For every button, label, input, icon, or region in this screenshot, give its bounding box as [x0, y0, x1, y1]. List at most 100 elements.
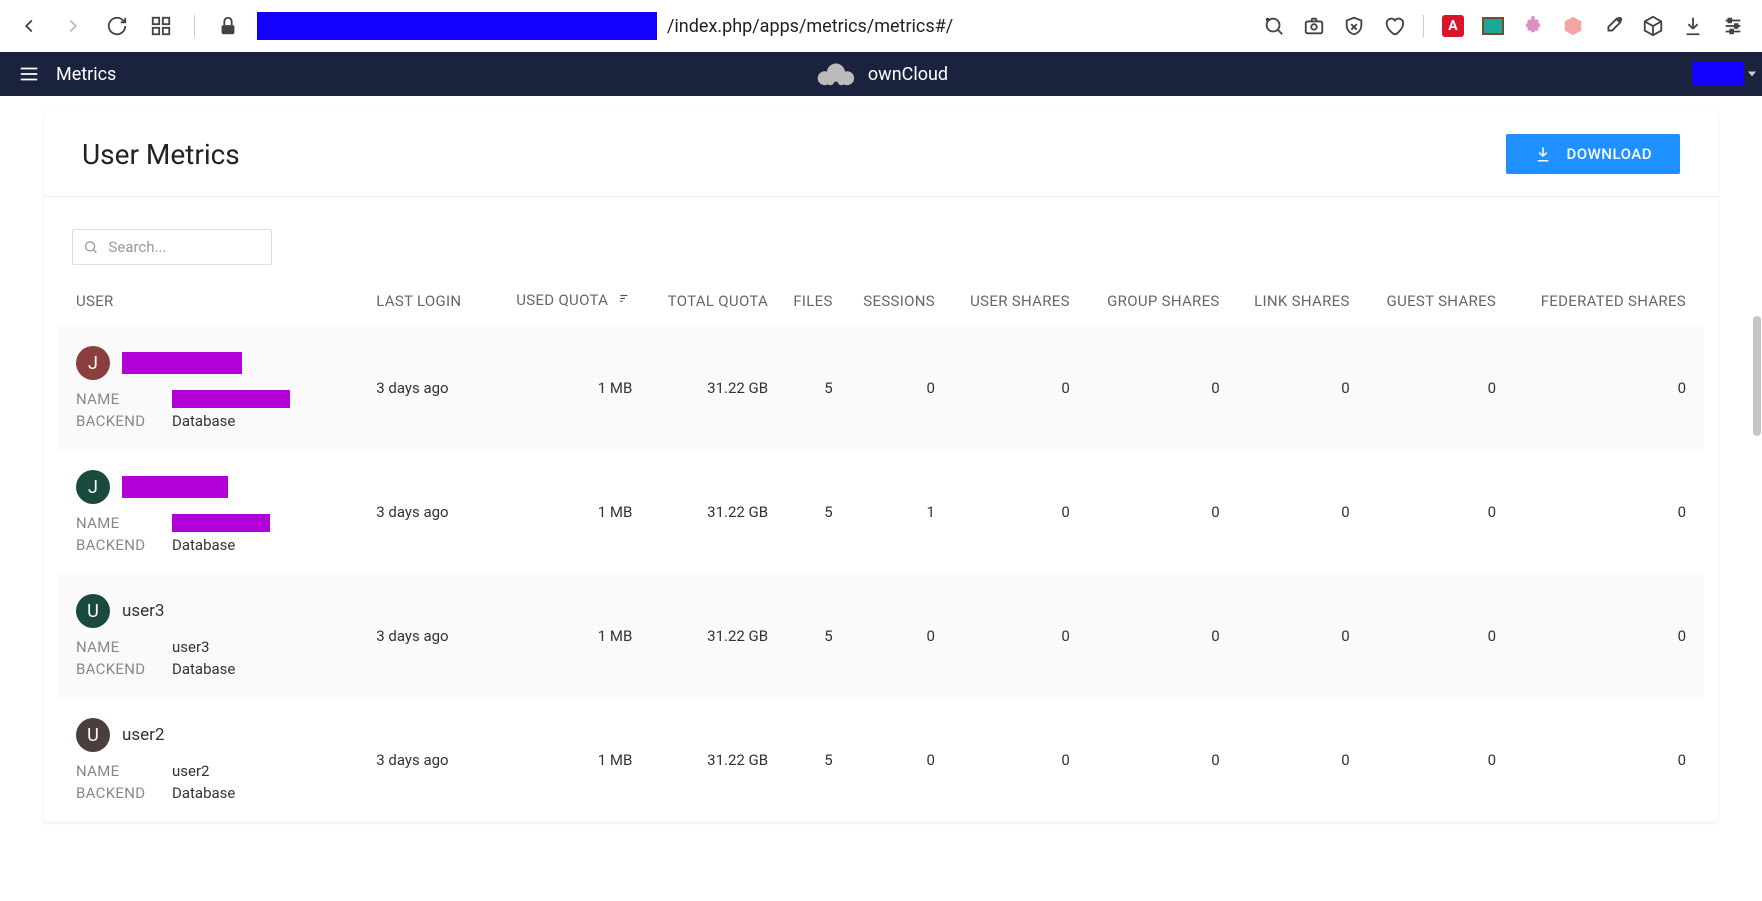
- scrollbar-thumb[interactable]: [1753, 316, 1761, 436]
- sort-desc-icon: [618, 292, 632, 310]
- cell-last-login: 3 days ago: [368, 574, 486, 698]
- meta-name-redacted: [172, 514, 270, 532]
- back-icon[interactable]: [18, 15, 40, 37]
- cell-federated-shares: 0: [1504, 326, 1704, 450]
- angular-ext-icon[interactable]: A: [1442, 15, 1464, 37]
- shield-x-icon[interactable]: [1343, 15, 1365, 37]
- cell-federated-shares: 0: [1504, 450, 1704, 574]
- brand-text: ownCloud: [868, 64, 948, 85]
- cell-guest-shares: 0: [1358, 698, 1504, 822]
- cube-ext-icon[interactable]: [1562, 15, 1584, 37]
- cell-used-quota: 1 MB: [486, 698, 640, 822]
- cell-sessions: 0: [841, 574, 943, 698]
- toolbar-divider: [1423, 15, 1424, 37]
- cell-link-shares: 0: [1228, 574, 1358, 698]
- col-user-shares[interactable]: USER SHARES: [943, 279, 1078, 326]
- cell-user-shares: 0: [943, 326, 1078, 450]
- reload-icon[interactable]: [106, 15, 128, 37]
- cell-link-shares: 0: [1228, 326, 1358, 450]
- camera-icon[interactable]: [1303, 15, 1325, 37]
- url-path: /index.php/apps/metrics/metrics#/: [667, 16, 953, 37]
- meta-label-name: NAME: [76, 514, 162, 532]
- cell-last-login: 3 days ago: [368, 698, 486, 822]
- meta-name-value: user2: [172, 762, 360, 780]
- search-input-wrap[interactable]: [72, 229, 272, 265]
- download-button[interactable]: DOWNLOAD: [1506, 134, 1680, 174]
- puzzle-ext-icon[interactable]: [1522, 15, 1544, 37]
- search-icon: [83, 238, 98, 256]
- user-display-name: user3: [122, 601, 164, 621]
- table-row[interactable]: Uuser3NAMEuser3BACKENDDatabase3 days ago…: [58, 574, 1704, 698]
- settings-sliders-icon[interactable]: [1722, 15, 1744, 37]
- cell-last-login: 3 days ago: [368, 326, 486, 450]
- table-row[interactable]: JNAMEBACKENDDatabase3 days ago1 MB31.22 …: [58, 450, 1704, 574]
- toolbar-divider: [194, 15, 195, 37]
- meta-label-backend: BACKEND: [76, 412, 162, 430]
- meta-label-backend: BACKEND: [76, 660, 162, 678]
- cell-user-shares: 0: [943, 698, 1078, 822]
- meta-name-redacted: [172, 390, 290, 408]
- avatar: U: [76, 594, 110, 628]
- search-ext-icon[interactable]: [1263, 15, 1285, 37]
- menu-icon[interactable]: [18, 63, 40, 85]
- col-group-shares[interactable]: GROUP SHARES: [1078, 279, 1228, 326]
- owncloud-logo-icon: [814, 60, 858, 88]
- cell-federated-shares: 0: [1504, 574, 1704, 698]
- col-used-quota[interactable]: USED QUOTA: [486, 279, 640, 326]
- apps-grid-icon[interactable]: [150, 15, 172, 37]
- cell-link-shares: 0: [1228, 698, 1358, 822]
- heart-icon[interactable]: [1383, 15, 1405, 37]
- lock-icon[interactable]: [217, 15, 239, 37]
- col-total-quota[interactable]: TOTAL QUOTA: [640, 279, 776, 326]
- cell-total-quota: 31.22 GB: [640, 698, 776, 822]
- meta-label-backend: BACKEND: [76, 536, 162, 554]
- metrics-card: User Metrics DOWNLOAD USER LAST LOGIN US…: [44, 110, 1718, 822]
- scrollbar[interactable]: [1752, 96, 1762, 901]
- cell-files: 5: [776, 574, 841, 698]
- meta-name-value: user3: [172, 638, 360, 656]
- address-bar[interactable]: /index.php/apps/metrics/metrics#/: [257, 12, 953, 40]
- brand[interactable]: ownCloud: [814, 60, 948, 88]
- user-display-redacted: [122, 352, 242, 374]
- col-sessions[interactable]: SESSIONS: [841, 279, 943, 326]
- cell-used-quota: 1 MB: [486, 450, 640, 574]
- nav-buttons: [18, 15, 239, 37]
- meta-backend-value: Database: [172, 784, 360, 802]
- teal-ext-icon[interactable]: [1482, 17, 1504, 35]
- cell-total-quota: 31.22 GB: [640, 326, 776, 450]
- col-federated-shares[interactable]: FEDERATED SHARES: [1504, 279, 1704, 326]
- table-row[interactable]: JNAMEBACKENDDatabase3 days ago1 MB31.22 …: [58, 326, 1704, 450]
- avatar: J: [76, 470, 110, 504]
- eyedropper-icon[interactable]: [1602, 15, 1624, 37]
- page-title: User Metrics: [82, 138, 240, 171]
- cell-group-shares: 0: [1078, 326, 1228, 450]
- app-name: Metrics: [56, 64, 116, 85]
- col-files[interactable]: FILES: [776, 279, 841, 326]
- cell-sessions: 0: [841, 326, 943, 450]
- col-user[interactable]: USER: [58, 279, 368, 326]
- cell-group-shares: 0: [1078, 698, 1228, 822]
- meta-label-name: NAME: [76, 390, 162, 408]
- forward-icon[interactable]: [62, 15, 84, 37]
- app-header: Metrics ownCloud: [0, 52, 1762, 96]
- url-host-redacted: [257, 12, 657, 40]
- user-menu-button[interactable]: [1692, 62, 1744, 86]
- cell-group-shares: 0: [1078, 574, 1228, 698]
- cell-sessions: 1: [841, 450, 943, 574]
- download-icon[interactable]: [1682, 15, 1704, 37]
- metrics-table: USER LAST LOGIN USED QUOTA TOTAL QUOTA F…: [58, 279, 1704, 822]
- col-last-login[interactable]: LAST LOGIN: [368, 279, 486, 326]
- table-row[interactable]: Uuser2NAMEuser2BACKENDDatabase3 days ago…: [58, 698, 1704, 822]
- meta-label-name: NAME: [76, 638, 162, 656]
- col-link-shares[interactable]: LINK SHARES: [1228, 279, 1358, 326]
- cell-used-quota: 1 MB: [486, 326, 640, 450]
- search-input[interactable]: [108, 238, 261, 256]
- cell-files: 5: [776, 326, 841, 450]
- cell-total-quota: 31.22 GB: [640, 450, 776, 574]
- avatar: J: [76, 346, 110, 380]
- col-guest-shares[interactable]: GUEST SHARES: [1358, 279, 1504, 326]
- cell-last-login: 3 days ago: [368, 450, 486, 574]
- browser-right-icons: A: [1263, 15, 1744, 37]
- package-icon[interactable]: [1642, 15, 1664, 37]
- meta-label-backend: BACKEND: [76, 784, 162, 802]
